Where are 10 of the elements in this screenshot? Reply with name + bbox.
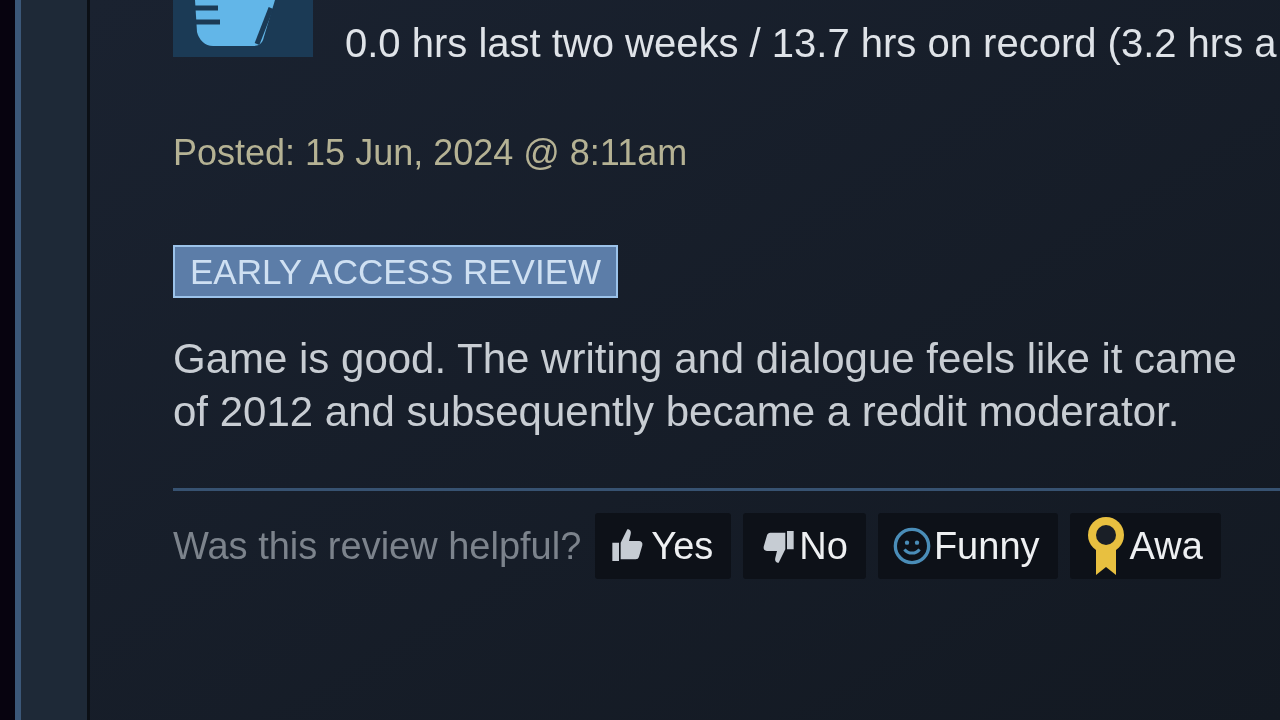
vote-button[interactable]: Awa — [1069, 513, 1221, 579]
review-text: Game is good. The writing and dialogue feels like it came of 2012 and subsequently became a reddit moderator. — [173, 334, 1238, 437]
smiley-icon — [891, 526, 932, 566]
helpful-prompt: Was this review helpful? — [173, 523, 582, 569]
vote-button[interactable]: No — [743, 513, 866, 579]
vote-button[interactable]: Yes — [595, 513, 732, 579]
playtime-text: 0.0 hrs last two weeks / 13.7 hrs on record (3.2 hrs a — [345, 23, 1277, 63]
vote-button[interactable]: Funny — [877, 513, 1058, 579]
early-access-badge: EARLY ACCESS REVIEW — [173, 245, 619, 298]
posted-date: Posted: 15 Jun, 2024 @ 8:11am — [173, 135, 688, 171]
